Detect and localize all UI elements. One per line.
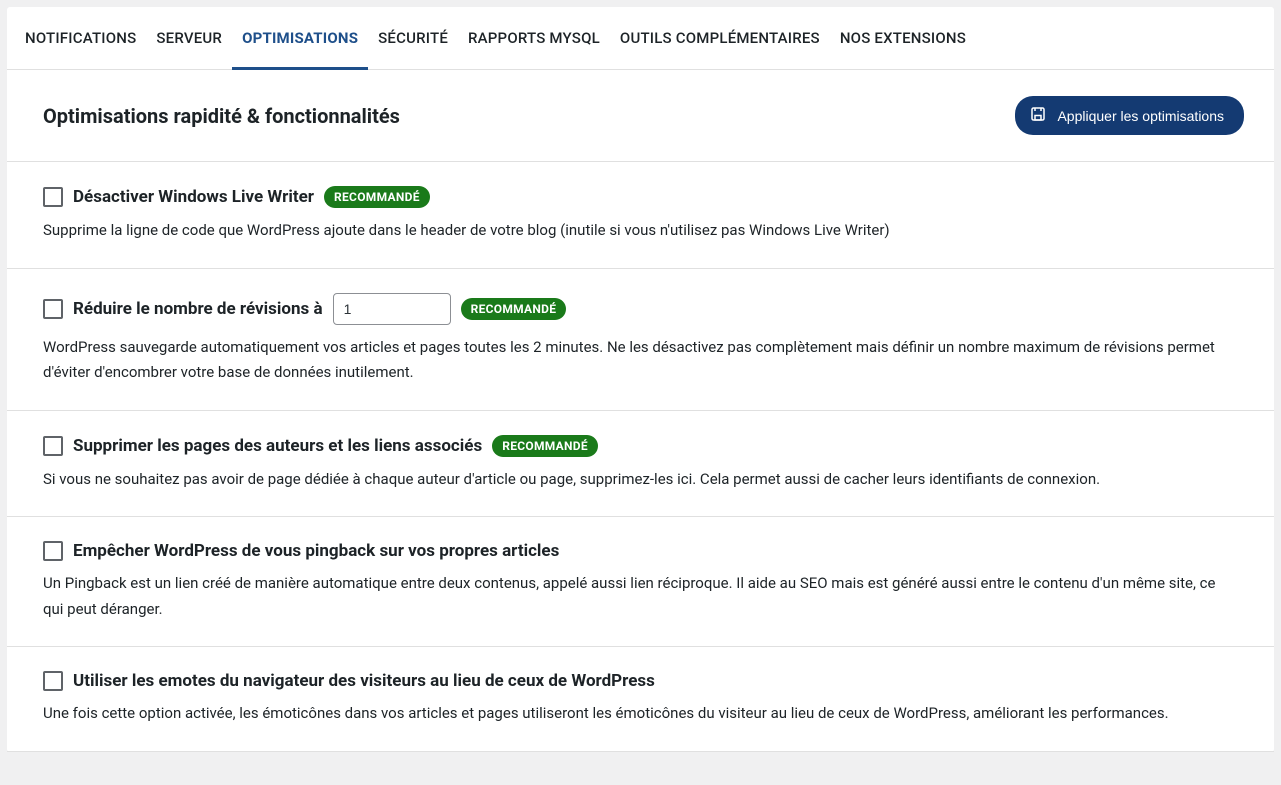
tabs-nav: NOTIFICATIONS SERVEUR OPTIMISATIONS SÉCU… bbox=[7, 7, 1274, 70]
section-header: Optimisations rapidité & fonctionnalités… bbox=[7, 70, 1274, 162]
recommended-badge: RECOMMANDÉ bbox=[324, 186, 430, 208]
option-title: Empêcher WordPress de vous pingback sur … bbox=[73, 541, 559, 561]
option-title: Utiliser les emotes du navigateur des vi… bbox=[73, 671, 655, 691]
tab-notifications[interactable]: NOTIFICATIONS bbox=[15, 7, 146, 69]
checkbox-prevent-self-pingback[interactable] bbox=[43, 541, 63, 561]
recommended-badge: RECOMMANDÉ bbox=[492, 435, 598, 457]
option-desc: Un Pingback est un lien créé de manière … bbox=[43, 571, 1238, 622]
apply-button-label: Appliquer les optimisations bbox=[1057, 108, 1224, 124]
tab-rapports-mysql[interactable]: RAPPORTS MYSQL bbox=[458, 7, 610, 69]
tab-serveur[interactable]: SERVEUR bbox=[146, 7, 232, 69]
checkbox-disable-wlw[interactable] bbox=[43, 187, 63, 207]
tab-optimisations[interactable]: OPTIMISATIONS bbox=[232, 7, 368, 70]
checkbox-browser-emotes[interactable] bbox=[43, 671, 63, 691]
option-remove-author-pages: Supprimer les pages des auteurs et les l… bbox=[7, 411, 1274, 518]
option-title: Supprimer les pages des auteurs et les l… bbox=[73, 436, 482, 456]
tab-outils-complementaires[interactable]: OUTILS COMPLÉMENTAIRES bbox=[610, 7, 830, 69]
option-prevent-self-pingback: Empêcher WordPress de vous pingback sur … bbox=[7, 517, 1274, 647]
revisions-count-input[interactable] bbox=[333, 293, 451, 325]
option-desc: WordPress sauvegarde automatiquement vos… bbox=[43, 335, 1238, 386]
option-reduce-revisions: Réduire le nombre de révisions à RECOMMA… bbox=[7, 269, 1274, 411]
option-title: Désactiver Windows Live Writer bbox=[73, 187, 314, 207]
checkbox-reduce-revisions[interactable] bbox=[43, 299, 63, 319]
option-desc: Si vous ne souhaitez pas avoir de page d… bbox=[43, 467, 1238, 493]
recommended-badge: RECOMMANDÉ bbox=[461, 298, 567, 320]
option-browser-emotes: Utiliser les emotes du navigateur des vi… bbox=[7, 647, 1274, 752]
option-desc: Une fois cette option activée, les émoti… bbox=[43, 701, 1238, 727]
save-icon bbox=[1029, 105, 1047, 126]
option-desc: Supprime la ligne de code que WordPress … bbox=[43, 218, 1238, 244]
tab-nos-extensions[interactable]: NOS EXTENSIONS bbox=[830, 7, 976, 69]
settings-panel: NOTIFICATIONS SERVEUR OPTIMISATIONS SÉCU… bbox=[7, 7, 1274, 752]
apply-optimisations-button[interactable]: Appliquer les optimisations bbox=[1015, 96, 1244, 135]
tab-securite[interactable]: SÉCURITÉ bbox=[368, 7, 458, 69]
checkbox-remove-author-pages[interactable] bbox=[43, 436, 63, 456]
page-title: Optimisations rapidité & fonctionnalités bbox=[43, 104, 400, 128]
option-title: Réduire le nombre de révisions à bbox=[73, 299, 323, 319]
option-disable-wlw: Désactiver Windows Live Writer RECOMMAND… bbox=[7, 162, 1274, 269]
